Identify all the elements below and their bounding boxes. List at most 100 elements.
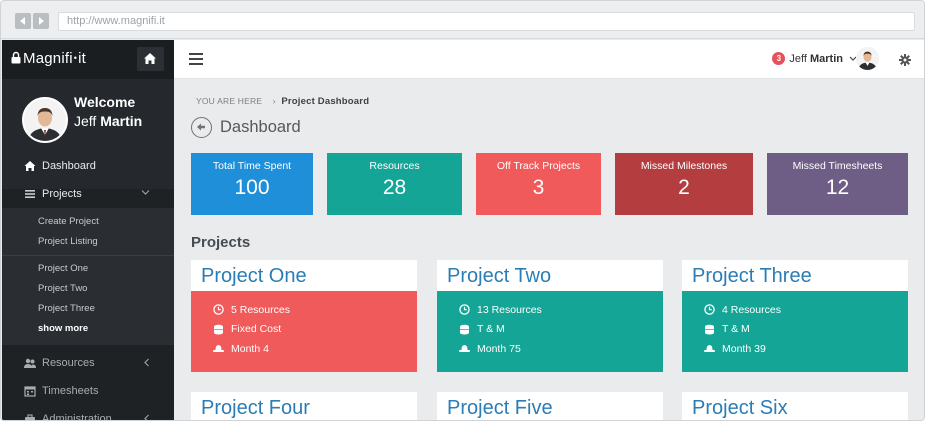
- clock-icon: [213, 304, 224, 315]
- project-cost-text: T & M: [477, 323, 505, 336]
- stat-missed-milestones[interactable]: Missed Milestones 2: [615, 153, 753, 215]
- brand-bar: Magnifi•it: [2, 40, 174, 79]
- notification-badge[interactable]: 3: [772, 52, 786, 65]
- chevron-left-icon: [144, 358, 149, 367]
- list-icon: [25, 190, 35, 198]
- project-resources-text: 4 Resources: [722, 303, 781, 316]
- project-card-title[interactable]: Project Three: [682, 260, 908, 291]
- home-button[interactable]: [137, 47, 164, 71]
- project-cost: T & M: [682, 320, 908, 340]
- project-card-body: 13 Resources T & M Month 75: [437, 291, 663, 372]
- project-card-four[interactable]: Project Four: [191, 392, 417, 420]
- sidebar-item-administration[interactable]: Administration: [2, 405, 174, 420]
- project-card-one[interactable]: Project One 5 Resources Fixed Cost Month…: [191, 260, 417, 372]
- stat-off-track-projects[interactable]: Off Track Projects 3: [476, 153, 601, 215]
- project-card-title[interactable]: Project Four: [191, 392, 417, 420]
- user-portrait: [856, 47, 879, 70]
- project-card-six[interactable]: Project Six: [682, 392, 908, 420]
- home-icon: [24, 161, 36, 171]
- project-card-three[interactable]: Project Three 4 Resources T & M Month 39: [682, 260, 908, 372]
- browser-back-button[interactable]: [15, 13, 31, 29]
- back-button[interactable]: [191, 117, 212, 138]
- stat-label: Off Track Projects: [496, 160, 581, 172]
- brand-logo[interactable]: Magnifi•it: [11, 50, 86, 67]
- project-card-body: 4 Resources T & M Month 39: [682, 291, 908, 372]
- submenu-create-project[interactable]: Create Project: [2, 212, 174, 232]
- hat-icon: [459, 345, 470, 353]
- sidebar-menu: Dashboard Projects Create Project Projec…: [2, 152, 174, 420]
- sidebar-item-resources[interactable]: Resources: [2, 349, 174, 377]
- arrow-right-icon: [39, 17, 44, 25]
- stat-resources[interactable]: Resources 28: [327, 153, 462, 215]
- address-bar[interactable]: http://www.magnifi.it: [58, 12, 915, 31]
- stat-value: 100: [234, 176, 270, 199]
- briefcase-icon: [25, 414, 35, 420]
- user-menu[interactable]: 3 Jeff Martin: [772, 52, 857, 65]
- chevron-left-icon: [144, 414, 149, 420]
- project-resources: 13 Resources: [437, 300, 663, 320]
- database-icon: [460, 324, 469, 335]
- project-cost: T & M: [437, 320, 663, 340]
- lock-icon: [11, 51, 21, 64]
- project-duration-text: Month 75: [477, 342, 521, 355]
- project-card-five[interactable]: Project Five: [437, 392, 663, 420]
- show-more-link[interactable]: show more: [2, 319, 174, 339]
- sidebar-item-timesheets[interactable]: Timesheets: [2, 377, 174, 405]
- project-card-title[interactable]: Project Two: [437, 260, 663, 291]
- project-duration-text: Month 4: [231, 342, 269, 355]
- sidebar-item-label: Timesheets: [42, 385, 99, 397]
- breadcrumb-current[interactable]: Project Dashboard: [281, 96, 369, 107]
- welcome-user-name: Jeff Martin: [74, 113, 142, 129]
- project-card-title[interactable]: Project Five: [437, 392, 663, 420]
- project-card-two[interactable]: Project Two 13 Resources T & M Month 75: [437, 260, 663, 372]
- project-duration: Month 75: [437, 339, 663, 359]
- sidebar-item-label: Resources: [42, 357, 95, 369]
- sidebar-item-dashboard[interactable]: Dashboard: [2, 152, 174, 180]
- header-user-name: Jeff Martin: [789, 53, 843, 65]
- project-card-title[interactable]: Project One: [191, 260, 417, 291]
- breadcrumb: YOU ARE HERE › Project Dashboard: [196, 96, 369, 107]
- project-duration: Month 39: [682, 339, 908, 359]
- page-title: Dashboard: [220, 118, 301, 136]
- users-icon: [24, 358, 36, 368]
- arrow-left-icon: [20, 17, 25, 25]
- clock-icon: [704, 304, 715, 315]
- header-avatar[interactable]: [856, 47, 879, 70]
- stat-label: Missed Timesheets: [792, 160, 883, 172]
- database-icon: [705, 324, 714, 335]
- project-resources: 4 Resources: [682, 300, 908, 320]
- chevron-down-icon: [141, 190, 150, 195]
- submenu-project-three[interactable]: Project Three: [2, 299, 174, 319]
- stat-missed-timesheets[interactable]: Missed Timesheets 12: [767, 153, 908, 215]
- header-user-last: Martin: [810, 52, 843, 65]
- projects-submenu: Create Project Project Listing Project O…: [2, 208, 174, 345]
- project-cost-text: Fixed Cost: [231, 323, 282, 336]
- browser-toolbar: http://www.magnifi.it: [1, 1, 924, 39]
- project-duration-text: Month 39: [722, 342, 766, 355]
- user-first-name: Jeff: [74, 113, 97, 129]
- submenu-project-one[interactable]: Project One: [2, 259, 174, 279]
- submenu-project-two[interactable]: Project Two: [2, 279, 174, 299]
- page-header: Dashboard: [191, 117, 301, 138]
- gear-icon[interactable]: [899, 54, 911, 66]
- stat-value: 12: [825, 176, 850, 199]
- clock-icon: [459, 304, 470, 315]
- hat-icon: [213, 345, 224, 353]
- avatar[interactable]: [22, 97, 68, 143]
- home-icon: [144, 53, 156, 64]
- project-card-title[interactable]: Project Six: [682, 392, 908, 420]
- submenu-project-listing[interactable]: Project Listing: [2, 232, 174, 252]
- project-resources: 5 Resources: [191, 300, 417, 320]
- stat-total-time-spent[interactable]: Total Time Spent 100: [191, 153, 313, 215]
- stat-value: 3: [532, 176, 545, 199]
- sidebar-item-projects[interactable]: Projects: [2, 180, 174, 208]
- browser-forward-button[interactable]: [33, 13, 49, 29]
- top-header: 3 Jeff Martin: [174, 40, 924, 79]
- section-title: Projects: [191, 234, 251, 251]
- brand-name: Magnifi: [23, 50, 73, 67]
- hamburger-menu-icon[interactable]: [189, 53, 203, 65]
- project-resources-text: 13 Resources: [477, 303, 542, 316]
- sidebar: Magnifi•it Welcome Jeff Martin Dashboard…: [2, 40, 174, 420]
- calendar-icon: [24, 386, 36, 397]
- stat-label: Missed Milestones: [640, 160, 728, 172]
